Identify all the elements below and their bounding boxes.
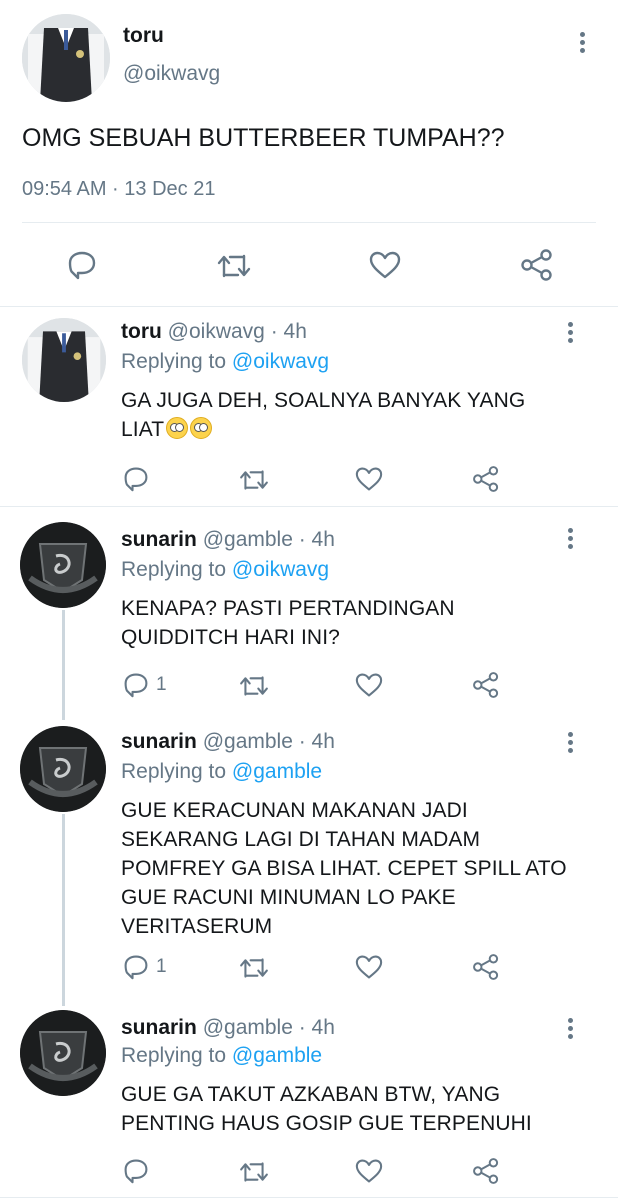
- reply-icon: [68, 251, 96, 280]
- avatar-image: [20, 522, 106, 608]
- reply-count: 1: [156, 956, 167, 977]
- avatar-image: [20, 726, 106, 812]
- replying-to-label: Replying to: [121, 350, 232, 373]
- like-button[interactable]: [354, 466, 384, 492]
- avatar-image: [20, 1010, 106, 1096]
- retweet-icon: [240, 470, 268, 490]
- tweet-timestamp[interactable]: 09:54 AM · 13 Dec 21: [22, 178, 215, 201]
- like-icon: [355, 955, 383, 979]
- reply-button[interactable]: 1: [122, 954, 167, 980]
- like-button[interactable]: [354, 954, 384, 980]
- author-name[interactable]: sunarin: [121, 1016, 197, 1039]
- like-button[interactable]: [354, 672, 384, 698]
- more-options-icon[interactable]: [565, 1018, 575, 1042]
- author-handle[interactable]: @oikwavg: [123, 62, 220, 86]
- replying-to-label: Replying to: [121, 558, 232, 581]
- reply-button[interactable]: [122, 1158, 150, 1184]
- author-name[interactable]: toru: [121, 320, 162, 343]
- replying-to: Replying to @gamble: [121, 760, 322, 784]
- author-handle-time[interactable]: @gamble · 4h: [203, 730, 335, 753]
- retweet-button[interactable]: [238, 674, 270, 698]
- divider: [0, 1197, 618, 1198]
- more-options-icon[interactable]: [565, 732, 575, 756]
- retweet-icon: [240, 676, 268, 696]
- divider: [22, 222, 596, 223]
- face-with-rolling-eyes-icon: [166, 417, 189, 439]
- like-icon: [355, 1159, 383, 1183]
- reply-button[interactable]: [122, 466, 150, 492]
- retweet-button[interactable]: [238, 956, 270, 980]
- face-with-rolling-eyes-icon: [190, 417, 213, 439]
- reply-tweet[interactable]: toru @oikwavg · 4h Replying to @oikwavg …: [0, 306, 618, 506]
- author-handle-time[interactable]: @gamble · 4h: [203, 1016, 335, 1039]
- reply-button[interactable]: [66, 250, 98, 280]
- tweet-text: GUE GA TAKUT AZKABAN BTW, YANG PENTING H…: [121, 1083, 532, 1135]
- more-options-icon[interactable]: [565, 322, 575, 346]
- reply-icon: [124, 1159, 148, 1184]
- replying-to: Replying to @oikwavg: [121, 350, 329, 374]
- author-handle-time[interactable]: @gamble · 4h: [203, 528, 335, 551]
- avatar-image: [22, 14, 110, 102]
- mention-link[interactable]: @gamble: [232, 1044, 322, 1067]
- reply-tweet[interactable]: sunarin @gamble · 4h Replying to @gamble…: [0, 1006, 618, 1200]
- author-name[interactable]: sunarin: [121, 528, 197, 551]
- reply-tweet[interactable]: sunarin @gamble · 4h Replying to @oikwav…: [0, 506, 618, 716]
- like-button[interactable]: [354, 1158, 384, 1184]
- retweet-icon: [217, 254, 251, 278]
- share-button[interactable]: [472, 952, 500, 982]
- author-name[interactable]: sunarin: [121, 730, 197, 753]
- reply-button[interactable]: 1: [122, 672, 167, 698]
- mention-link[interactable]: @oikwavg: [232, 558, 329, 581]
- reply-header: sunarin @gamble · 4h: [121, 730, 335, 754]
- reply-icon: [124, 673, 148, 698]
- like-button[interactable]: [368, 250, 402, 280]
- share-button[interactable]: [520, 248, 554, 282]
- share-icon: [521, 249, 552, 281]
- more-options-icon[interactable]: [577, 32, 587, 56]
- author-handle-time[interactable]: @oikwavg · 4h: [168, 320, 307, 343]
- like-icon: [355, 673, 383, 697]
- avatar[interactable]: [20, 726, 106, 812]
- share-icon: [473, 466, 499, 492]
- retweet-button[interactable]: [238, 1160, 270, 1184]
- author-name[interactable]: toru: [123, 24, 164, 48]
- avatar[interactable]: [22, 14, 110, 102]
- mention-link[interactable]: @oikwavg: [232, 350, 329, 373]
- replying-to-label: Replying to: [121, 1044, 232, 1067]
- reply-header: sunarin @gamble · 4h: [121, 1016, 335, 1040]
- share-icon: [473, 1158, 499, 1184]
- main-tweet: toru @oikwavg OMG SEBUAH BUTTERBEER TUMP…: [0, 0, 618, 306]
- tweet-text: GA JUGA DEH, SOALNYA BANYAK YANG LIAT: [121, 386, 571, 444]
- replying-to-label: Replying to: [121, 760, 232, 783]
- avatar-image: [22, 318, 106, 402]
- replying-to: Replying to @oikwavg: [121, 558, 329, 582]
- reply-header: sunarin @gamble · 4h: [121, 528, 335, 552]
- reply-header: toru @oikwavg · 4h: [121, 320, 307, 344]
- replying-to: Replying to @gamble: [121, 1044, 322, 1068]
- mention-link[interactable]: @gamble: [232, 760, 322, 783]
- more-options-icon[interactable]: [565, 528, 575, 552]
- like-icon: [369, 251, 401, 279]
- reply-count: 1: [156, 674, 167, 695]
- share-button[interactable]: [472, 670, 500, 700]
- tweet-text: GUE KERACUNAN MAKANAN JADI SEKARANG LAGI…: [121, 799, 567, 938]
- tweet-text: OMG SEBUAH BUTTERBEER TUMPAH??: [22, 124, 505, 152]
- avatar[interactable]: [20, 1010, 106, 1096]
- retweet-button[interactable]: [216, 252, 252, 280]
- share-button[interactable]: [472, 464, 500, 494]
- like-icon: [355, 467, 383, 491]
- retweet-icon: [240, 1162, 268, 1182]
- share-icon: [473, 672, 499, 698]
- share-icon: [473, 954, 499, 980]
- retweet-button[interactable]: [238, 468, 270, 492]
- share-button[interactable]: [472, 1156, 500, 1186]
- retweet-icon: [240, 958, 268, 978]
- avatar[interactable]: [20, 522, 106, 608]
- avatar[interactable]: [22, 318, 106, 402]
- reply-icon: [124, 467, 148, 492]
- reply-tweet[interactable]: sunarin @gamble · 4h Replying to @gamble…: [0, 716, 618, 1006]
- tweet-text: KENAPA? PASTI PERTANDINGAN QUIDDITCH HAR…: [121, 597, 455, 649]
- reply-icon: [124, 955, 148, 980]
